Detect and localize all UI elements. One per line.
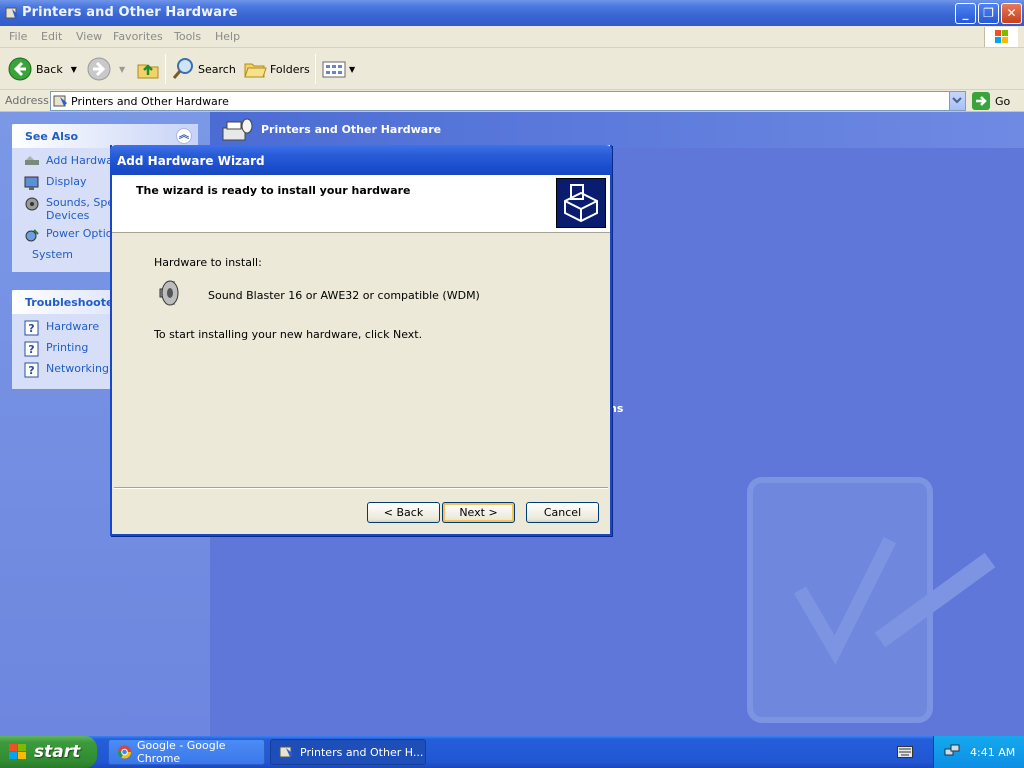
- menu-favorites[interactable]: Favorites: [113, 30, 163, 43]
- next-button[interactable]: Next >: [442, 502, 515, 523]
- printer-hardware-icon: [222, 118, 253, 141]
- printer-folder-icon: [5, 7, 18, 19]
- menu-help[interactable]: Help: [215, 30, 240, 43]
- start-label: start: [34, 742, 81, 762]
- svg-text:?: ?: [28, 343, 34, 356]
- restore-button[interactable]: ❐: [978, 3, 999, 24]
- network-icon[interactable]: [944, 744, 960, 760]
- dialog-heading: The wizard is ready to install your hard…: [136, 184, 411, 197]
- troubleshooter-networking-label: Networking: [46, 362, 109, 375]
- taskbar-printers-label: Printers and Other H...: [300, 745, 424, 759]
- chrome-icon: [117, 745, 132, 759]
- address-bar: Address Printers and Other Hardware Go: [0, 90, 1024, 112]
- svg-text:?: ?: [28, 322, 34, 335]
- help-icon: ?: [24, 320, 39, 336]
- dialog-titlebar[interactable]: Add Hardware Wizard: [110, 145, 612, 175]
- search-button[interactable]: Search: [171, 55, 236, 83]
- up-folder-icon: [137, 64, 159, 79]
- back-button-wizard[interactable]: < Back: [367, 502, 440, 523]
- see-also-system-label: System: [32, 248, 74, 261]
- hardware-to-install-label: Hardware to install:: [154, 256, 262, 269]
- dialog-body: Hardware to install: Sound Blaster 16 or…: [112, 234, 610, 486]
- speaker-icon: [159, 280, 179, 306]
- back-button[interactable]: Back ▼: [8, 55, 77, 83]
- folders-label: Folders: [270, 62, 310, 76]
- dialog-title: Add Hardware Wizard: [117, 154, 265, 168]
- add-hardware-wizard-dialog: Add Hardware Wizard The wizard is ready …: [110, 145, 612, 536]
- window-title: Printers and Other Hardware: [22, 5, 238, 20]
- up-folder-button[interactable]: [136, 55, 160, 83]
- keyboard-icon[interactable]: [897, 746, 913, 758]
- minimize-button[interactable]: _: [955, 3, 976, 24]
- address-label: Address: [5, 94, 49, 107]
- standard-toolbar: Back ▼ ▼ Search Folders ▼: [0, 48, 1024, 90]
- svg-text:?: ?: [28, 364, 34, 377]
- taskbar-chrome[interactable]: Google - Google Chrome: [108, 739, 265, 765]
- printer-folder-icon: [279, 746, 293, 758]
- chevron-down-icon: [952, 97, 962, 104]
- folders-icon: [244, 63, 267, 78]
- see-also-title: See Also: [25, 130, 79, 143]
- category-header: Printers and Other Hardware: [210, 112, 1024, 148]
- menu-view[interactable]: View: [76, 30, 102, 43]
- taskbar: start Google - Google Chrome Printers an…: [0, 736, 1024, 768]
- category-title: Printers and Other Hardware: [261, 123, 442, 136]
- address-value: Printers and Other Hardware: [71, 95, 229, 108]
- help-icon: ?: [24, 341, 39, 357]
- back-dropdown-icon[interactable]: ▼: [71, 65, 77, 74]
- address-dropdown-button[interactable]: [949, 92, 965, 110]
- forward-arrow-icon: [87, 57, 111, 81]
- windows-logo: [984, 27, 1018, 47]
- troubleshooter-printing-label: Printing: [46, 341, 89, 354]
- start-button[interactable]: start: [0, 736, 97, 768]
- forward-button[interactable]: ▼: [87, 55, 125, 83]
- hardware-wizard-icon: [556, 178, 606, 228]
- views-icon: [322, 61, 346, 78]
- dialog-separator: [114, 487, 608, 489]
- system-tray: 4:41 AM: [933, 736, 1024, 768]
- cancel-button[interactable]: Cancel: [526, 502, 599, 523]
- windows-flag-icon: [9, 744, 26, 759]
- search-icon: [172, 58, 193, 79]
- install-instruction: To start installing your new hardware, c…: [154, 328, 423, 341]
- collapse-chevron-icon[interactable]: ︽: [176, 128, 192, 144]
- address-input[interactable]: Printers and Other Hardware: [50, 91, 966, 111]
- menu-edit[interactable]: Edit: [41, 30, 62, 43]
- go-label: Go: [995, 94, 1011, 108]
- device-name: Sound Blaster 16 or AWE32 or compatible …: [208, 289, 480, 302]
- menu-bar: File Edit View Favorites Tools Help: [0, 26, 1024, 48]
- watermark-checklist-icon: [747, 477, 996, 723]
- views-dropdown-icon: ▼: [349, 64, 356, 74]
- forward-dropdown-icon[interactable]: ▼: [119, 65, 125, 74]
- printer-folder-icon: [53, 95, 67, 107]
- taskbar-chrome-label: Google - Google Chrome: [137, 739, 226, 765]
- taskbar-printers[interactable]: Printers and Other H...: [270, 739, 426, 765]
- speaker-icon: [25, 197, 39, 211]
- display-icon: [24, 176, 39, 190]
- back-arrow-icon: [8, 57, 32, 81]
- power-icon: [25, 229, 39, 242]
- clock: 4:41 AM: [970, 746, 1016, 759]
- troubleshooter-hardware-label: Hardware: [46, 320, 100, 333]
- windows-flag-icon: [995, 30, 1008, 43]
- folders-button[interactable]: Folders: [243, 55, 310, 83]
- menu-file[interactable]: File: [9, 30, 27, 43]
- dialog-header: The wizard is ready to install your hard…: [112, 175, 610, 233]
- go-arrow-icon: [972, 92, 990, 110]
- menu-tools[interactable]: Tools: [174, 30, 201, 43]
- help-icon: ?: [24, 362, 39, 378]
- close-button[interactable]: ✕: [1001, 3, 1022, 24]
- search-label: Search: [198, 62, 236, 76]
- see-also-display-label: Display: [46, 175, 87, 188]
- window-titlebar[interactable]: Printers and Other Hardware _ ❐ ✕: [0, 0, 1024, 26]
- go-button[interactable]: Go: [972, 92, 1010, 110]
- back-label: Back: [36, 62, 63, 76]
- add-hardware-icon: [25, 156, 39, 165]
- views-button[interactable]: ▼: [322, 55, 355, 83]
